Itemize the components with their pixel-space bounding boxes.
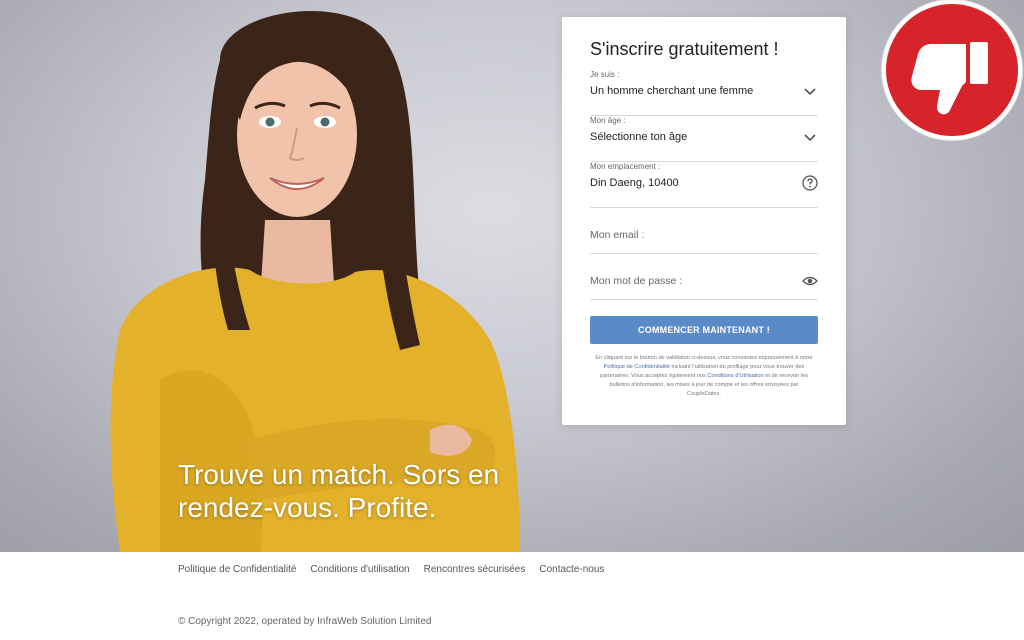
privacy-policy-link[interactable]: Politique de Confidentialité bbox=[604, 364, 670, 370]
password-field[interactable]: Mon mot de passe : bbox=[590, 254, 818, 300]
email-placeholder: Mon email : bbox=[590, 229, 645, 241]
copyright: © Copyright 2022, operated by InfraWeb S… bbox=[178, 616, 432, 627]
gender-label: Je suis : bbox=[590, 70, 620, 79]
location-field[interactable]: Mon emplacement : Din Daeng, 10400 bbox=[590, 162, 818, 208]
eye-icon[interactable] bbox=[802, 273, 818, 289]
thumbs-down-badge bbox=[882, 0, 1022, 140]
age-select[interactable]: Mon âge : Sélectionne ton âge bbox=[590, 116, 818, 162]
location-label: Mon emplacement : bbox=[590, 162, 661, 171]
thumbs-down-icon bbox=[911, 42, 988, 115]
signup-form: S'inscrire gratuitement ! Je suis : Un h… bbox=[562, 17, 846, 425]
footer-link-terms[interactable]: Conditions d'utilisation bbox=[310, 564, 409, 575]
hero-tagline-line1: Trouve un match. Sors en bbox=[178, 459, 500, 490]
gender-value: Un homme cherchant une femme bbox=[590, 85, 754, 97]
start-now-button[interactable]: COMMENCER MAINTENANT ! bbox=[590, 316, 818, 344]
legal-text-part1: En cliquant sur le bouton de validation … bbox=[595, 355, 813, 361]
age-value: Sélectionne ton âge bbox=[590, 131, 688, 143]
gender-select[interactable]: Je suis : Un homme cherchant une femme bbox=[590, 70, 818, 116]
age-label: Mon âge : bbox=[590, 116, 626, 125]
footer-link-contact[interactable]: Contacte-nous bbox=[539, 564, 604, 575]
legal-notice: En cliquant sur le bouton de validation … bbox=[590, 354, 818, 399]
footer-link-safe-dating[interactable]: Rencontres sécurisées bbox=[424, 564, 526, 575]
help-icon[interactable] bbox=[802, 175, 818, 191]
hero-tagline: Trouve un match. Sors en rendez-vous. Pr… bbox=[178, 458, 538, 524]
signup-title: S'inscrire gratuitement ! bbox=[590, 39, 779, 59]
footer: Politique de Confidentialité Conditions … bbox=[0, 552, 1024, 640]
location-value: Din Daeng, 10400 bbox=[590, 177, 679, 189]
hero-tagline-line2: rendez-vous. Profite. bbox=[178, 492, 437, 523]
email-field[interactable]: Mon email : bbox=[590, 208, 818, 254]
hero-section: Trouve un match. Sors en rendez-vous. Pr… bbox=[0, 0, 1024, 552]
chevron-down-icon bbox=[804, 134, 816, 142]
password-placeholder: Mon mot de passe : bbox=[590, 275, 683, 287]
terms-link[interactable]: Conditions d'Utilisation bbox=[707, 373, 763, 379]
footer-link-privacy[interactable]: Politique de Confidentialité bbox=[178, 564, 296, 575]
chevron-down-icon bbox=[804, 88, 816, 96]
footer-links: Politique de Confidentialité Conditions … bbox=[178, 564, 618, 575]
